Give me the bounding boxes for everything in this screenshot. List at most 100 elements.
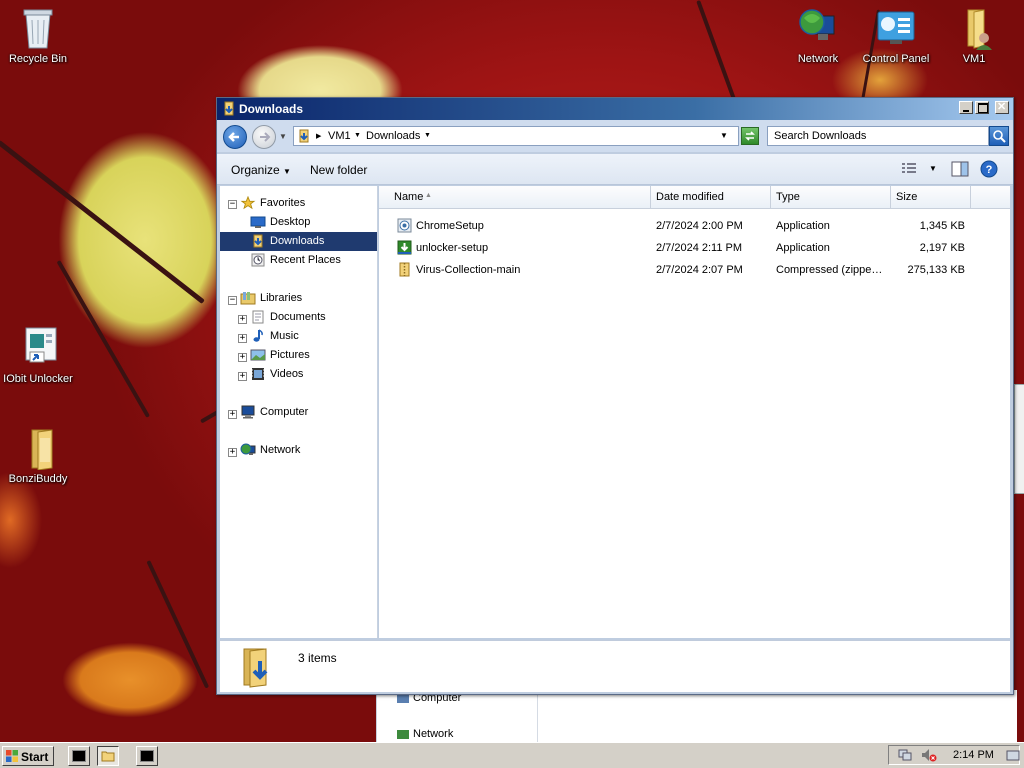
desktop-icon-iobit-unlocker[interactable]: IObit Unlocker bbox=[2, 326, 74, 385]
file-date: 2/7/2024 2:07 PM bbox=[656, 264, 743, 276]
breadcrumb-separator-icon[interactable]: ▼ bbox=[354, 132, 361, 139]
address-row: ▼ ▶ VM1 ▼ Downloads ▼ ▼ Search Downloads bbox=[217, 120, 1013, 152]
collapse-libraries-icon[interactable]: − bbox=[228, 296, 237, 305]
column-header-type[interactable]: Type bbox=[771, 186, 891, 208]
taskbar-command-prompt[interactable] bbox=[68, 746, 90, 766]
new-folder-button[interactable]: New folder bbox=[310, 163, 367, 177]
control-panel-icon bbox=[876, 6, 916, 50]
recycle-bin-icon bbox=[18, 6, 58, 50]
desktop-icon-vm1[interactable]: VM1 bbox=[938, 6, 1010, 65]
folder-icon bbox=[18, 426, 58, 471]
organize-button[interactable]: Organize ▼ bbox=[231, 163, 291, 177]
taskbar-window[interactable] bbox=[136, 746, 158, 766]
search-icon bbox=[993, 130, 1006, 143]
column-header-date[interactable]: Date modified bbox=[651, 186, 771, 208]
maximize-button[interactable] bbox=[975, 101, 989, 114]
expand-documents-icon[interactable]: + bbox=[238, 315, 247, 324]
volume-muted-icon[interactable] bbox=[921, 748, 937, 762]
desktop-icon-network[interactable]: Network bbox=[782, 6, 854, 65]
music-icon bbox=[253, 329, 263, 342]
breadcrumb-vm1[interactable]: VM1 bbox=[328, 130, 351, 142]
background-nav-network: Network bbox=[397, 728, 453, 740]
title-bar[interactable]: Downloads ✕ bbox=[217, 98, 1013, 120]
desktop-icon-recycle-bin[interactable]: Recycle Bin bbox=[2, 6, 74, 65]
computer-icon bbox=[241, 405, 255, 419]
start-label: Start bbox=[21, 750, 49, 764]
expand-pictures-icon[interactable]: + bbox=[238, 353, 247, 362]
breadcrumb-separator-icon[interactable]: ▼ bbox=[424, 132, 431, 139]
start-button[interactable]: Start bbox=[2, 746, 54, 766]
show-desktop-icon[interactable] bbox=[1006, 749, 1020, 763]
videos-icon bbox=[252, 368, 264, 380]
chrome-setup-icon bbox=[397, 218, 412, 233]
recent-pages-chevron-icon[interactable]: ▼ bbox=[279, 132, 287, 141]
system-tray: 2:14 PM bbox=[888, 745, 1020, 765]
column-header-name[interactable]: Name ▲ bbox=[379, 186, 651, 208]
expand-videos-icon[interactable]: + bbox=[238, 372, 247, 381]
address-dropdown-icon[interactable]: ▼ bbox=[720, 131, 728, 140]
clock[interactable]: 2:14 PM bbox=[953, 749, 994, 761]
breadcrumb-downloads[interactable]: Downloads bbox=[366, 130, 420, 142]
column-header-size[interactable]: Size bbox=[891, 186, 971, 208]
minimize-button[interactable] bbox=[959, 101, 973, 114]
downloads-folder-icon bbox=[299, 129, 309, 143]
file-row[interactable]: ChromeSetup 2/7/2024 2:00 PM Application… bbox=[379, 215, 1010, 237]
shortcut-icon bbox=[18, 326, 58, 370]
network-tray-icon[interactable] bbox=[898, 748, 912, 762]
expand-music-icon[interactable]: + bbox=[238, 334, 247, 343]
documents-icon bbox=[252, 310, 264, 324]
sort-ascending-icon: ▲ bbox=[425, 192, 432, 199]
network-icon bbox=[798, 6, 838, 50]
address-bar[interactable]: ▶ VM1 ▼ Downloads ▼ ▼ bbox=[293, 126, 739, 146]
desktop-icon-label: Recycle Bin bbox=[8, 53, 68, 65]
file-row[interactable]: Virus-Collection-main 2/7/2024 2:07 PM C… bbox=[379, 259, 1010, 281]
file-date: 2/7/2024 2:11 PM bbox=[656, 242, 743, 254]
search-button[interactable] bbox=[989, 126, 1009, 146]
file-size: 2,197 KB bbox=[919, 242, 965, 254]
view-dropdown-icon[interactable]: ▼ bbox=[929, 164, 937, 173]
file-type: Application bbox=[776, 242, 830, 254]
desktop-icon bbox=[250, 216, 266, 228]
downloads-folder-icon bbox=[253, 234, 263, 248]
breadcrumb-separator-icon[interactable]: ▶ bbox=[316, 132, 321, 140]
desktop-icon-control-panel[interactable]: Control Panel bbox=[860, 6, 932, 65]
window-title: Downloads bbox=[239, 102, 304, 116]
search-input[interactable]: Search Downloads bbox=[767, 126, 989, 146]
user-folder-icon bbox=[954, 6, 994, 50]
desktop-icon-label: Control Panel bbox=[862, 53, 930, 65]
pictures-icon bbox=[250, 349, 266, 361]
expand-computer-icon[interactable]: + bbox=[228, 410, 237, 419]
collapse-favorites-icon[interactable]: − bbox=[228, 200, 237, 209]
forward-button[interactable] bbox=[252, 125, 276, 149]
downloads-folder-icon bbox=[243, 648, 268, 688]
file-name[interactable]: unlocker-setup bbox=[416, 237, 488, 259]
console-icon bbox=[72, 750, 86, 762]
back-button[interactable] bbox=[223, 125, 247, 149]
file-size: 275,133 KB bbox=[907, 264, 966, 276]
file-name[interactable]: ChromeSetup bbox=[416, 215, 484, 237]
taskbar-explorer[interactable] bbox=[97, 746, 119, 766]
background-window-edge bbox=[1014, 384, 1024, 494]
console-icon bbox=[140, 750, 154, 762]
desktop-icon-label: BonziBuddy bbox=[8, 473, 68, 485]
view-options-icon[interactable] bbox=[901, 162, 917, 176]
file-type: Compressed (zippe… bbox=[776, 264, 883, 276]
preview-pane-icon[interactable] bbox=[951, 161, 969, 177]
command-bar: Organize ▼ New folder ▼ ? bbox=[217, 154, 1013, 185]
file-row[interactable]: unlocker-setup 2/7/2024 2:11 PM Applicat… bbox=[379, 237, 1010, 259]
file-type: Application bbox=[776, 220, 830, 232]
explorer-window[interactable]: Downloads ✕ ▼ ▶ VM1 ▼ Downloads ▼ ▼ Sear… bbox=[216, 97, 1014, 695]
file-date: 2/7/2024 2:00 PM bbox=[656, 220, 743, 232]
background-explorer-window: Computer Network bbox=[376, 690, 1017, 742]
expand-network-icon[interactable]: + bbox=[228, 448, 237, 457]
file-name[interactable]: Virus-Collection-main bbox=[416, 259, 520, 281]
installer-icon bbox=[397, 240, 412, 255]
close-button[interactable]: ✕ bbox=[995, 101, 1009, 114]
file-size: 1,345 KB bbox=[919, 220, 965, 232]
refresh-button[interactable] bbox=[741, 127, 759, 145]
help-icon[interactable]: ? bbox=[980, 160, 998, 178]
column-headers: Name ▲ Date modified Type Size bbox=[379, 186, 1010, 209]
nav-downloads[interactable]: Downloads bbox=[220, 232, 377, 251]
desktop-icon-bonzibuddy[interactable]: BonziBuddy bbox=[2, 426, 74, 485]
network-icon bbox=[240, 443, 256, 455]
